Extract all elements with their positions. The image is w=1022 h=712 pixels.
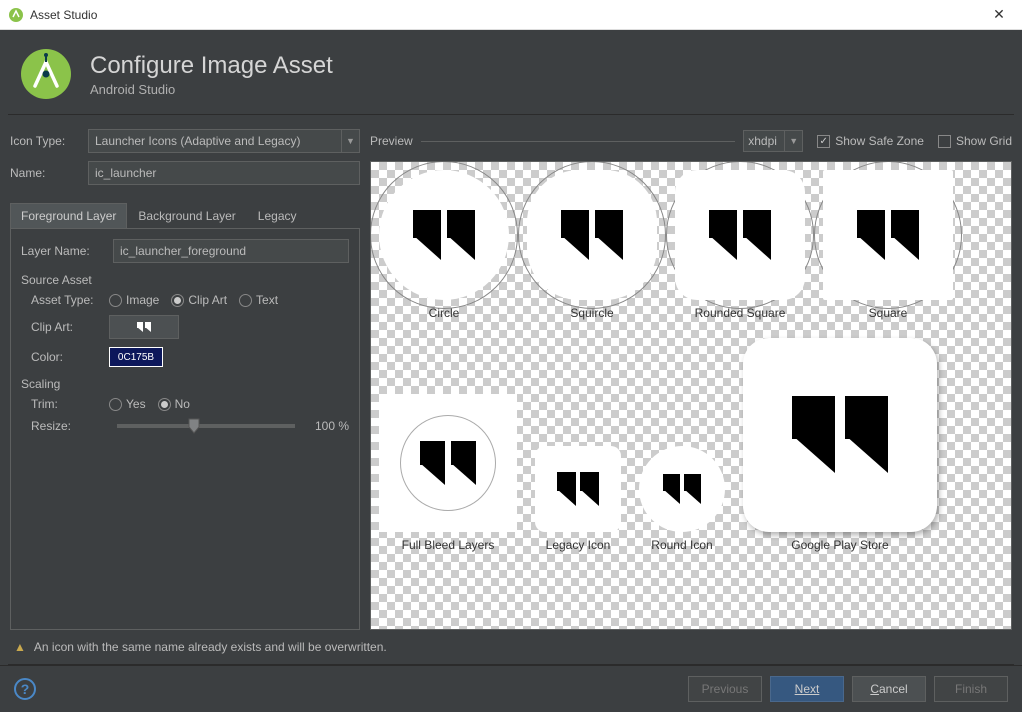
- warning-message: ▲ An icon with the same name already exi…: [0, 630, 1022, 664]
- button-label: Next: [795, 682, 820, 696]
- quote-icon: [557, 472, 600, 506]
- checkbox-label: Show Grid: [956, 134, 1012, 148]
- dpi-select[interactable]: xhdpi ▼: [743, 130, 803, 152]
- resize-label: Resize:: [31, 419, 109, 433]
- warning-icon: ▲: [14, 640, 26, 654]
- radio-label: Clip Art: [188, 293, 227, 307]
- radio-label: Image: [126, 293, 159, 307]
- dropdown-arrow-icon: ▼: [784, 131, 802, 151]
- trim-yes-radio[interactable]: Yes: [109, 397, 146, 411]
- show-safe-zone-checkbox[interactable]: ✓Show Safe Zone: [817, 134, 924, 148]
- next-button[interactable]: Next: [770, 676, 844, 702]
- android-studio-logo-icon: [20, 48, 72, 100]
- tab-legacy[interactable]: Legacy: [247, 203, 308, 229]
- quote-icon: [709, 210, 772, 260]
- titlebar: Asset Studio ✕: [0, 0, 1022, 30]
- dpi-value: xhdpi: [748, 134, 777, 148]
- preview-caption: Legacy Icon: [546, 538, 611, 552]
- resize-slider[interactable]: [117, 424, 295, 428]
- asset-type-image-radio[interactable]: Image: [109, 293, 159, 307]
- name-input[interactable]: [88, 161, 360, 185]
- preview-caption: Google Play Store: [791, 538, 888, 552]
- color-label: Color:: [31, 350, 109, 364]
- android-studio-icon: [8, 7, 24, 23]
- quote-icon: [137, 322, 150, 333]
- radio-label: Text: [256, 293, 278, 307]
- trim-label: Trim:: [31, 397, 109, 411]
- dropdown-arrow-icon: ▼: [341, 130, 359, 152]
- dialog-header: Configure Image Asset Android Studio: [0, 30, 1022, 114]
- name-label: Name:: [10, 166, 88, 180]
- preview-divider: [421, 141, 736, 142]
- resize-value: 100 %: [303, 419, 349, 433]
- finish-button[interactable]: Finish: [934, 676, 1008, 702]
- clipart-picker-button[interactable]: [109, 315, 179, 339]
- quote-icon: [857, 210, 920, 260]
- quote-icon: [792, 396, 888, 473]
- scaling-label: Scaling: [21, 377, 349, 391]
- preview-round-icon: Round Icon: [639, 446, 725, 552]
- button-label: Cancel: [870, 682, 907, 696]
- tab-background-layer[interactable]: Background Layer: [127, 203, 246, 229]
- previous-button[interactable]: Previous: [688, 676, 762, 702]
- page-title: Configure Image Asset: [90, 52, 333, 80]
- preview-legacy-icon: Legacy Icon: [535, 446, 621, 552]
- icon-type-label: Icon Type:: [10, 134, 88, 148]
- preview-caption: Round Icon: [651, 538, 712, 552]
- preview-caption: Full Bleed Layers: [402, 538, 495, 552]
- asset-type-label: Asset Type:: [31, 293, 109, 307]
- button-bar: ? Previous Next Cancel Finish: [0, 665, 1022, 712]
- preview-full-bleed: Full Bleed Layers: [379, 394, 517, 552]
- layer-tabs: Foreground Layer Background Layer Legacy: [10, 203, 360, 229]
- warning-text: An icon with the same name already exist…: [34, 640, 387, 654]
- icon-type-value: Launcher Icons (Adaptive and Legacy): [95, 134, 300, 148]
- radio-label: Yes: [126, 397, 146, 411]
- asset-type-text-radio[interactable]: Text: [239, 293, 278, 307]
- preview-label: Preview: [370, 134, 413, 148]
- trim-no-radio[interactable]: No: [158, 397, 190, 411]
- icon-type-select[interactable]: Launcher Icons (Adaptive and Legacy) ▼: [88, 129, 360, 153]
- radio-label: No: [175, 397, 190, 411]
- preview-squircle: Squircle: [527, 170, 657, 320]
- preview-rounded-square: Rounded Square: [675, 170, 805, 320]
- quote-icon: [663, 474, 701, 505]
- show-grid-checkbox[interactable]: Show Grid: [938, 134, 1012, 148]
- slider-handle-icon[interactable]: [188, 418, 200, 434]
- preview-square: Square: [823, 170, 953, 320]
- cancel-button[interactable]: Cancel: [852, 676, 926, 702]
- quote-icon: [413, 210, 476, 260]
- preview-circle: Circle: [379, 170, 509, 320]
- layer-name-input[interactable]: [113, 239, 349, 263]
- layer-name-label: Layer Name:: [21, 244, 113, 258]
- page-subtitle: Android Studio: [90, 82, 333, 97]
- preview-play-store: Google Play Store: [743, 338, 937, 552]
- config-panel: Icon Type: Launcher Icons (Adaptive and …: [10, 129, 370, 630]
- close-button[interactable]: ✕: [984, 3, 1014, 27]
- preview-panel: Preview xhdpi ▼ ✓Show Safe Zone Show Gri…: [370, 129, 1012, 630]
- source-asset-label: Source Asset: [21, 273, 349, 287]
- asset-type-clipart-radio[interactable]: Clip Art: [171, 293, 227, 307]
- quote-icon: [561, 210, 624, 260]
- tab-foreground-layer[interactable]: Foreground Layer: [10, 203, 127, 229]
- preview-canvas: Circle Squircle Rounded Square Square: [370, 161, 1012, 630]
- clipart-label: Clip Art:: [31, 320, 109, 334]
- window-title: Asset Studio: [30, 8, 984, 22]
- color-picker[interactable]: 0C175B: [109, 347, 163, 367]
- help-button[interactable]: ?: [14, 678, 36, 700]
- foreground-layer-panel: Layer Name: Source Asset Asset Type: Ima…: [10, 228, 360, 630]
- checkbox-label: Show Safe Zone: [835, 134, 924, 148]
